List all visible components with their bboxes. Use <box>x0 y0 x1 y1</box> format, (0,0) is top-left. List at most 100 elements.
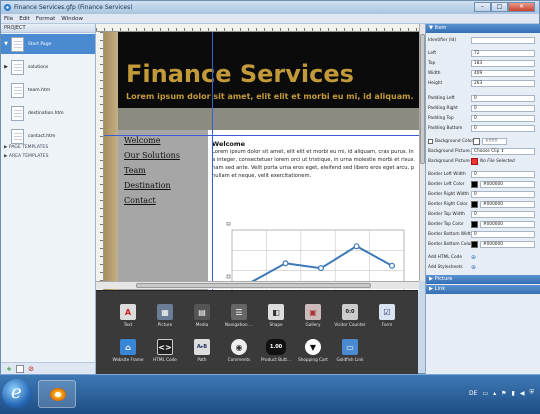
horizontal-ruler[interactable] <box>96 24 419 32</box>
tool-html-code[interactable]: <> HTML Code <box>147 336 183 366</box>
expand-icon[interactable]: ▶ <box>1 64 11 70</box>
volume-icon[interactable]: ◀ <box>520 390 525 397</box>
delete-page-icon[interactable]: ⊘ <box>27 365 35 373</box>
tool-shopping-cart[interactable]: ▼ Shopping Cart <box>295 336 331 366</box>
padding-left-input[interactable]: 0 <box>471 95 535 102</box>
welcome-heading[interactable]: Welcome <box>212 140 245 148</box>
color-swatch[interactable] <box>471 241 478 248</box>
prop-bg-picture: Background Picture No File Selected <box>428 157 540 166</box>
menu-edit[interactable]: Edit <box>19 16 30 22</box>
tool-picture[interactable]: ▦ Picture <box>147 301 183 331</box>
color-swatch[interactable] <box>471 181 478 188</box>
page-item-contact[interactable]: contact.htm <box>1 126 95 146</box>
border-bottom-color-input[interactable]: #000000 <box>480 241 535 248</box>
taskbar-app-button[interactable] <box>38 380 76 408</box>
page-templates-section[interactable]: ▶ PAGE TEMPLATES <box>4 145 48 150</box>
title-bar[interactable]: Finance Services.gfp (Finance Services) … <box>1 1 539 14</box>
tool-form[interactable]: ☑ Form <box>369 301 405 331</box>
padding-bottom-input[interactable]: 0 <box>471 125 535 132</box>
nav-link-team[interactable]: Team <box>124 166 146 175</box>
color-swatch[interactable] <box>471 201 478 208</box>
color-swatch[interactable] <box>471 221 478 228</box>
duplicate-page-icon[interactable] <box>16 364 24 373</box>
minimize-button[interactable]: – <box>474 2 491 12</box>
add-stylesheets-icon[interactable]: ⊕ <box>471 264 476 271</box>
bg-color-swatch[interactable] <box>473 138 480 145</box>
menu-file[interactable]: File <box>4 16 13 22</box>
width-input[interactable]: 409 <box>471 70 535 77</box>
menu-format[interactable]: Format <box>36 16 55 22</box>
prop-add-html[interactable]: Add HTML Code ⊕ <box>428 253 540 262</box>
border-right-color-input[interactable]: #000000 <box>480 201 535 208</box>
height-input[interactable]: 263 <box>471 80 535 87</box>
border-right-width-input[interactable]: 0 <box>471 191 535 198</box>
design-canvas[interactable]: Finance Services Lorem ipsum dolor sit a… <box>96 24 419 291</box>
page-item-start[interactable]: ▼ Start Page <box>1 34 95 54</box>
bg-color-checkbox[interactable] <box>428 139 433 144</box>
tool-comments[interactable]: ◉ Comments <box>221 336 257 366</box>
border-left-color-input[interactable]: #000000 <box>480 181 535 188</box>
padding-right-input[interactable]: 0 <box>471 105 535 112</box>
page-item-solutions[interactable]: ▶ solutions <box>1 57 95 77</box>
keyboard-icon[interactable]: ▭ <box>482 390 488 397</box>
shield-icon[interactable]: ⛨ <box>529 389 534 397</box>
add-html-icon[interactable]: ⊕ <box>471 254 476 261</box>
border-top-width-input[interactable]: 0 <box>471 211 535 218</box>
tool-path[interactable]: A▸B Path <box>184 336 220 366</box>
flag-icon[interactable]: ⚑ <box>501 390 506 397</box>
chart-point <box>353 243 360 250</box>
language-indicator[interactable]: DE <box>469 390 477 397</box>
tool-text[interactable]: A Text <box>110 301 146 331</box>
item-section-header[interactable]: ▼ Item <box>426 24 540 33</box>
padding-top-input[interactable]: 0 <box>471 115 535 122</box>
border-bottom-width-input[interactable]: 0 <box>471 231 535 238</box>
tool-navigation[interactable]: ☰ Navigation ... <box>221 301 257 331</box>
site-tagline[interactable]: Lorem ipsum dolor sit amet, elit elit et… <box>126 92 414 101</box>
network-icon[interactable]: ▮ <box>512 390 515 397</box>
area-templates-section[interactable]: ▶ AREA TEMPLATES <box>4 154 48 159</box>
prop-label: Identifier (Id) <box>428 38 457 43</box>
page-item-team[interactable]: team.htm <box>1 80 95 100</box>
expand-icon[interactable]: ▼ <box>1 41 11 47</box>
tool-website-frame[interactable]: ⌂ Website Frame <box>110 336 146 366</box>
close-button[interactable]: ✕ <box>508 2 535 12</box>
picture-section-header[interactable]: ▶ Picture <box>426 275 540 284</box>
left-input[interactable]: 72 <box>471 50 535 57</box>
horizontal-scrollbar[interactable] <box>96 281 419 289</box>
add-page-icon[interactable]: + <box>5 365 13 373</box>
prop-add-stylesheets[interactable]: Add Stylesheets ⊕ <box>428 263 540 272</box>
border-left-width-input[interactable]: 0 <box>471 171 535 178</box>
file-icon[interactable] <box>471 158 478 165</box>
tool-product-button[interactable]: 1.00 Product Butt... <box>258 336 294 366</box>
maximize-button[interactable]: □ <box>491 2 508 12</box>
path-tool-icon: A▸B <box>194 339 210 355</box>
tray-expand-icon[interactable]: ▴ <box>493 390 496 397</box>
menu-window[interactable]: Window <box>61 16 83 22</box>
page-item-destination[interactable]: destination.htm <box>1 103 95 123</box>
tool-shape[interactable]: ◧ Shape <box>258 301 294 331</box>
vertical-guide[interactable] <box>212 32 213 291</box>
tool-visitor-counter[interactable]: 0:0 Visitor Counter <box>332 301 368 331</box>
nav-link-contact[interactable]: Contact <box>124 196 156 205</box>
border-top-color-input[interactable]: #000000 <box>480 221 535 228</box>
nav-link-welcome[interactable]: Welcome <box>124 136 160 145</box>
site-title[interactable]: Finance Services <box>126 60 354 88</box>
horizontal-guide[interactable] <box>104 135 419 136</box>
top-input[interactable]: 183 <box>471 60 535 67</box>
prop-label: Add Stylesheets <box>428 265 463 270</box>
tool-media[interactable]: ▤ Media <box>184 301 220 331</box>
tool-goldfish-link[interactable]: ▭ Goldfish Link <box>332 336 368 366</box>
text-tool-icon: A <box>120 304 136 320</box>
link-section-header[interactable]: ▶ Link <box>426 285 540 294</box>
tool-label: Shopping Cart <box>298 357 328 362</box>
identifier-input[interactable] <box>471 37 535 44</box>
tool-gallery[interactable]: ▣ Gallery <box>295 301 331 331</box>
nav-link-solutions[interactable]: Our Solutions <box>124 151 180 160</box>
vertical-ruler[interactable] <box>96 32 104 291</box>
prop-identifier: Identifier (Id) <box>428 36 540 45</box>
start-button-icon[interactable] <box>2 379 32 409</box>
welcome-text[interactable]: Lorem ipsum dolor sit amet, elit elit et… <box>212 148 417 180</box>
choose-clip-select[interactable]: Choose Clip ⇕ <box>471 148 535 155</box>
bg-color-input[interactable]: #ffffff <box>482 138 507 145</box>
nav-link-destination[interactable]: Destination <box>124 181 171 190</box>
